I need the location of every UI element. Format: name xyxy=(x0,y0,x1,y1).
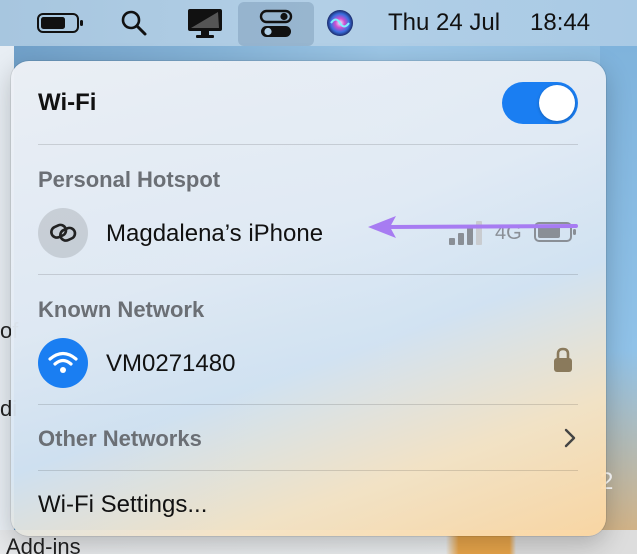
background-addins-text: Add-ins xyxy=(6,534,81,554)
chevron-right-icon[interactable] xyxy=(563,427,577,454)
divider xyxy=(38,470,578,471)
battery-icon[interactable] xyxy=(34,0,88,46)
lock-icon xyxy=(553,347,573,378)
wifi-toggle[interactable] xyxy=(502,82,578,124)
menu-bar: Thu 24 Jul 18:44 xyxy=(0,0,637,46)
siri-icon[interactable] xyxy=(322,0,358,46)
control-center-icon[interactable] xyxy=(238,2,314,46)
known-network-label: Known Network xyxy=(38,297,205,322)
display-icon[interactable] xyxy=(182,0,228,46)
link-icon xyxy=(38,208,88,258)
divider xyxy=(38,404,578,405)
search-icon[interactable] xyxy=(112,0,156,46)
divider xyxy=(38,144,578,145)
hotspot-device-name: Magdalena’s iPhone xyxy=(106,220,324,247)
menu-bar-time[interactable]: 18:44 xyxy=(530,0,590,46)
other-networks-row[interactable]: Other Networks xyxy=(11,414,606,464)
wifi-title: Wi-Fi xyxy=(38,89,97,116)
annotation-arrow-icon xyxy=(366,212,581,247)
wifi-settings-button[interactable]: Wi-Fi Settings... xyxy=(38,491,207,519)
menu-bar-date[interactable]: Thu 24 Jul xyxy=(388,0,500,46)
wifi-toggle-knob xyxy=(539,85,575,121)
other-networks-label: Other Networks xyxy=(38,426,202,451)
wifi-menu-panel: Wi-Fi Personal Hotspot Magdalena’s iPhon… xyxy=(11,61,606,536)
divider xyxy=(38,274,578,275)
network-name: VM0271480 xyxy=(106,350,236,377)
wifi-icon xyxy=(38,338,88,388)
personal-hotspot-label: Personal Hotspot xyxy=(38,167,221,192)
network-row-vm0271480[interactable]: VM0271480 xyxy=(11,336,606,390)
